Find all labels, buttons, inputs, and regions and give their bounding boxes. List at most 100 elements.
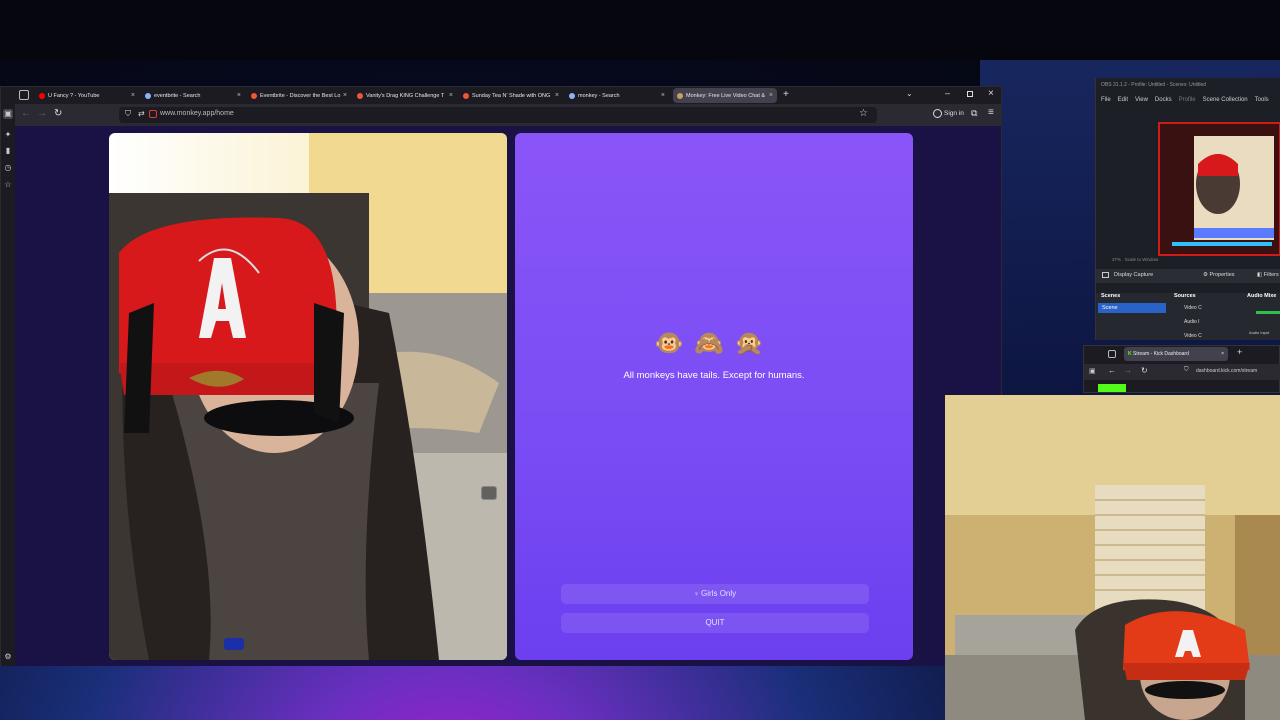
obs-preview[interactable]	[1158, 122, 1280, 256]
obs-menu-profile[interactable]: Profile	[1179, 97, 1196, 103]
minimize-icon[interactable]: –	[945, 88, 950, 98]
close-tab-icon[interactable]: ×	[237, 92, 241, 99]
bookmarks-icon[interactable]: ▮	[3, 146, 13, 156]
back-icon[interactable]: ←	[21, 108, 31, 119]
girls-only-label: Girls Only	[701, 589, 737, 598]
obs-menu-scene-collection[interactable]: Scene Collection	[1203, 97, 1248, 103]
obs-scale-mode[interactable]: Scale to Window	[1125, 257, 1159, 262]
tab-vanity-drag[interactable]: Vanity's Drag KING Challenge T ×	[353, 88, 457, 103]
close-tab-icon[interactable]: ×	[131, 92, 135, 99]
sidebar-toggle-icon[interactable]: ▣	[3, 109, 13, 119]
obs-menu-edit[interactable]: Edit	[1118, 97, 1128, 103]
account-icon[interactable]	[933, 109, 942, 118]
settings-gear-icon[interactable]: ⚙	[3, 652, 13, 662]
source-row[interactable]: Video C	[1184, 305, 1202, 311]
filters-button[interactable]: ◧ Filters	[1257, 272, 1279, 278]
tagline-text: All monkeys have tails. Except for human…	[623, 370, 805, 381]
kick-icon: K	[1128, 351, 1132, 357]
kick-url[interactable]: dashboard.kick.com/stream	[1196, 368, 1257, 374]
girls-only-button[interactable]: ♀ Girls Only	[561, 584, 869, 604]
browser-window: U Fancy ? - YouTube × eventbrite - Search…	[0, 86, 1002, 666]
self-camera-video	[109, 133, 507, 660]
kick-browser-window: K Stream - Kick Dashboard × + ▣ ← → ↻ ⛉ …	[1083, 345, 1280, 393]
tab-bar: U Fancy ? - YouTube × eventbrite - Search…	[1, 87, 1001, 104]
maximize-icon[interactable]	[967, 91, 973, 97]
forward-icon[interactable]: →	[37, 108, 47, 119]
bookmark-star-icon[interactable]: ☆	[859, 108, 868, 119]
obs-title: OBS 31.1.2 - Profile: Untitled - Scenes:…	[1101, 82, 1207, 88]
permissions-icon[interactable]: ⇄	[138, 109, 145, 118]
sidebar-toggle-icon[interactable]: ▣	[1089, 367, 1096, 375]
tab-overflow-icon[interactable]: ⌄	[906, 89, 913, 98]
scenes-item-scene[interactable]: Scene	[1098, 303, 1166, 313]
sign-in-link[interactable]: Sign in	[944, 110, 964, 117]
forward-icon[interactable]: →	[1124, 366, 1132, 375]
close-tab-icon[interactable]: ×	[555, 92, 559, 99]
close-tab-icon[interactable]: ×	[343, 92, 347, 99]
navigation-bar: ← → ↻ ⛉ ⇄ www.monkey.app/home ☆ Sign in …	[1, 104, 1001, 126]
eventbrite-icon	[251, 92, 257, 99]
obs-source-name: Display Capture	[1114, 272, 1154, 278]
quit-label: QUIT	[705, 618, 725, 627]
monkey-icon	[677, 92, 683, 99]
obs-preview-feed	[1160, 124, 1279, 254]
picture-in-picture-icon[interactable]	[481, 486, 497, 500]
new-tab-icon[interactable]: +	[783, 89, 789, 100]
close-tab-icon[interactable]: ×	[661, 92, 665, 99]
match-panel: 🐵🙈🙊 All monkeys have tails. Except for h…	[515, 133, 913, 660]
url-bar[interactable]: ⛉ ⇄ www.monkey.app/home ☆	[119, 107, 877, 123]
new-tab-icon[interactable]: +	[1237, 347, 1242, 357]
kick-logo-icon	[1098, 384, 1126, 392]
history-icon[interactable]: ◷	[3, 163, 13, 173]
tab-eventbrite-discover[interactable]: Eventbrite - Discover the Best Lo ×	[247, 88, 351, 103]
webcam-feed	[945, 395, 1280, 720]
monkey-emojis: 🐵🙈🙊	[654, 330, 774, 357]
close-tab-icon[interactable]: ×	[769, 92, 773, 99]
tab-list-icon[interactable]	[1108, 350, 1116, 358]
source-row[interactable]: Video C	[1184, 333, 1202, 339]
extensions-icon[interactable]: ⧉	[971, 108, 977, 119]
audio-meter	[1256, 311, 1280, 314]
reload-icon[interactable]: ↻	[54, 108, 62, 119]
obs-docks: Scenes Scene Sources Video C Audio I Vid…	[1096, 293, 1280, 340]
tab-monkey-search[interactable]: monkey - Search ×	[565, 88, 669, 103]
search-icon	[145, 92, 151, 99]
menu-icon[interactable]: ≡	[988, 107, 994, 118]
ai-chat-icon[interactable]: ✦	[3, 130, 13, 140]
search-icon	[569, 92, 575, 99]
tab-monkey-app[interactable]: Monkey: Free Live Video Chat & ×	[673, 88, 777, 103]
eventbrite-icon	[463, 92, 469, 99]
tab-eventbrite-search[interactable]: eventbrite - Search ×	[141, 88, 245, 103]
back-icon[interactable]: ←	[1108, 366, 1116, 375]
shield-icon: ⛉	[125, 109, 131, 118]
gear-icon: ⚙	[1203, 272, 1208, 278]
quit-button[interactable]: QUIT	[561, 613, 869, 633]
tab-list-icon[interactable]	[19, 90, 29, 100]
tab-sunday-tea[interactable]: Sunday Tea N' Shade with ONG ×	[459, 88, 563, 103]
obs-menu-tools[interactable]: Tools	[1255, 97, 1269, 103]
properties-button[interactable]: ⚙ Properties	[1203, 272, 1235, 278]
eventbrite-icon	[357, 92, 363, 99]
star-icon[interactable]: ☆	[3, 180, 13, 190]
browser-sidebar: ▣ ✦ ▮ ◷ ☆ ⚙	[1, 104, 15, 666]
streamer-webcam-overlay	[945, 395, 1280, 720]
monkey-app-page: 🐵🙈🙊 All monkeys have tails. Except for h…	[15, 126, 1001, 666]
reload-icon[interactable]: ↻	[1141, 366, 1148, 375]
obs-menu-view[interactable]: View	[1135, 97, 1148, 103]
obs-menu-docks[interactable]: Docks	[1155, 97, 1172, 103]
obs-menu-bar: File Edit View Docks Profile Scene Colle…	[1096, 94, 1280, 106]
camera-feed	[109, 133, 507, 660]
close-window-icon[interactable]: ×	[988, 88, 994, 99]
close-tab-icon[interactable]: ×	[1221, 347, 1224, 361]
scenes-header: Scenes	[1101, 293, 1121, 299]
camera-in-use-icon[interactable]	[149, 110, 157, 118]
audio-input-label: Audio Input	[1249, 330, 1270, 335]
filter-icon: ◧	[1257, 272, 1263, 278]
shield-icon: ⛉	[1184, 367, 1189, 373]
sources-header: Sources	[1174, 293, 1196, 299]
obs-menu-file[interactable]: File	[1101, 97, 1111, 103]
source-row[interactable]: Audio I	[1184, 319, 1200, 325]
tab-kick-dashboard[interactable]: K Stream - Kick Dashboard ×	[1124, 347, 1228, 361]
close-tab-icon[interactable]: ×	[449, 92, 453, 99]
tab-youtube[interactable]: U Fancy ? - YouTube ×	[35, 88, 139, 103]
